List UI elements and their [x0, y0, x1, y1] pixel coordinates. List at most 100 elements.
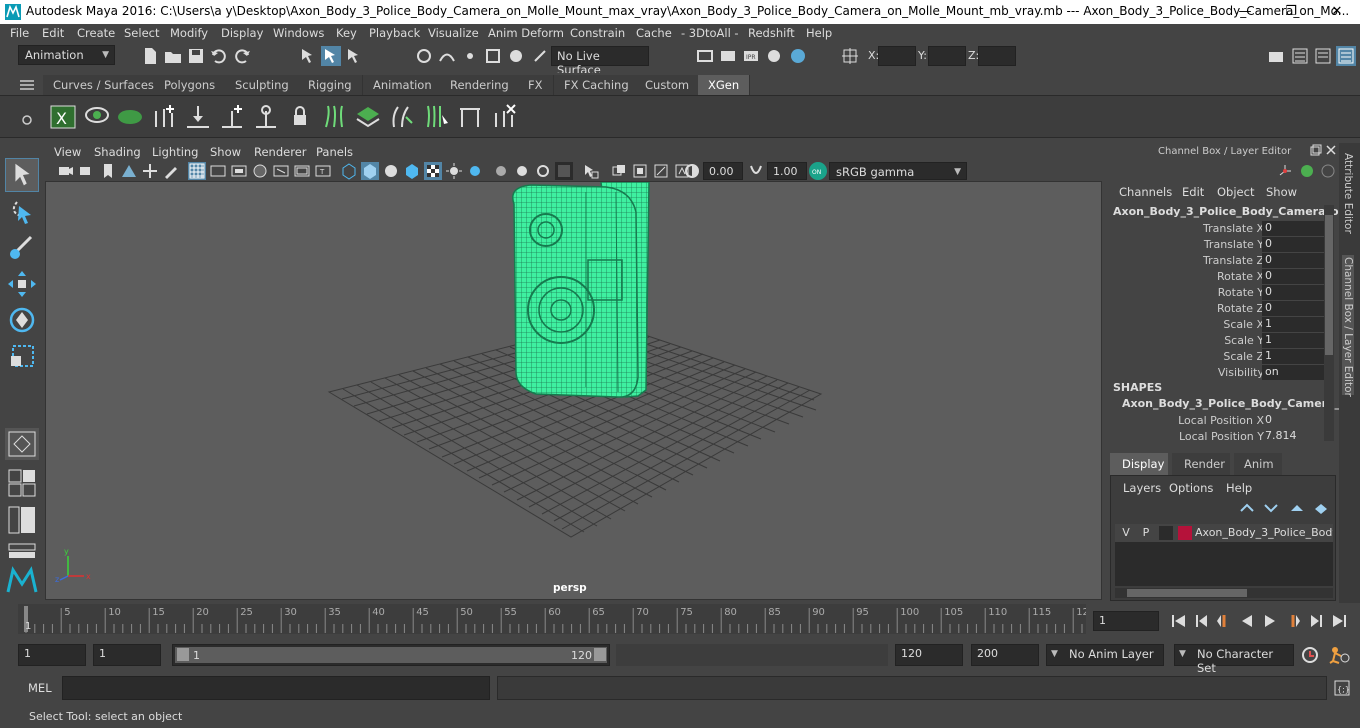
menu-help[interactable]: Help [806, 26, 832, 40]
menu-create[interactable]: Create [77, 26, 115, 40]
step-back-key-icon[interactable] [1193, 612, 1211, 630]
snap-view-plane-icon[interactable] [483, 46, 503, 66]
maximize-button[interactable]: ❐ [1268, 0, 1314, 24]
layer-playback-toggle[interactable]: P [1139, 526, 1153, 540]
tab-sculpting[interactable]: Sculpting [225, 75, 300, 95]
tab-curves-surfaces[interactable]: Curves / Surfaces [43, 75, 165, 95]
mel-label[interactable]: MEL [28, 681, 52, 695]
save-scene-icon[interactable] [186, 46, 206, 66]
isolate-select-icon[interactable] [555, 162, 573, 180]
exposure-field[interactable]: 0.00 [703, 162, 743, 180]
snap-surface-icon[interactable] [506, 46, 526, 66]
time-slider-ruler[interactable]: 15 10 15 20 25 30 35 40 45 50 55 60 65 70 75 80 85 90 95 10… [18, 604, 1089, 634]
add-guides-icon[interactable] [150, 103, 178, 131]
menu-edit[interactable]: Edit [42, 26, 64, 40]
backface-culling-icon[interactable] [652, 162, 670, 180]
select-by-hierarchy-icon[interactable] [298, 46, 318, 66]
redo-icon[interactable] [232, 46, 252, 66]
y-coordinate-field[interactable] [928, 46, 966, 66]
menu-anim-deform[interactable]: Anim Deform [488, 26, 564, 40]
channel-box-toggle-icon[interactable] [1336, 46, 1356, 66]
move-layer-up-icon[interactable] [1239, 501, 1255, 515]
menu-visualize[interactable]: Visualize [428, 26, 479, 40]
render-frame-icon[interactable] [718, 46, 738, 66]
screen-space-ao-icon[interactable] [466, 162, 484, 180]
select-by-component-icon[interactable] [344, 46, 364, 66]
resolution-gate-icon[interactable] [230, 162, 248, 180]
menu-playback[interactable]: Playback [369, 26, 420, 40]
tab-anim-layers[interactable]: Anim [1234, 453, 1282, 475]
menu-3dtoall[interactable]: - 3DtoAll - [681, 26, 739, 40]
menu-file[interactable]: File [10, 26, 29, 40]
add-guide-icon[interactable] [218, 103, 246, 131]
edit-menu[interactable]: Edit [1182, 185, 1204, 199]
wireframe-icon[interactable] [340, 162, 358, 180]
channel-local-position-y[interactable]: Local Position Y 7.814 [1106, 429, 1326, 445]
anim-layer-dropdown[interactable]: ▼ No Anim Layer [1046, 644, 1164, 666]
guide-to-curves-icon[interactable] [320, 103, 348, 131]
animation-end-field[interactable]: 200 [971, 644, 1039, 666]
panel-menu-show[interactable]: Show [210, 145, 241, 159]
color-management-icon[interactable]: ON [809, 162, 827, 180]
channel-box-manip-icon[interactable] [1299, 163, 1315, 179]
range-slider-end-handle[interactable] [594, 648, 606, 661]
snap-curve-icon[interactable] [437, 46, 457, 66]
new-layer-icon[interactable] [1313, 501, 1329, 515]
z-coordinate-field[interactable] [978, 46, 1016, 66]
transform-constraint-icon[interactable] [840, 46, 860, 66]
smooth-shade-icon[interactable] [361, 162, 379, 180]
sculpt-guides-icon[interactable] [252, 103, 280, 131]
xgen-preview-icon[interactable] [83, 103, 111, 131]
scale-tool-icon[interactable] [5, 340, 39, 372]
make-live-icon[interactable] [530, 46, 550, 66]
script-editor-icon[interactable]: {;} [1333, 679, 1351, 697]
delete-guides-icon[interactable] [490, 103, 518, 131]
outliner-layout-icon[interactable] [7, 505, 37, 535]
menu-display[interactable]: Display [221, 26, 263, 40]
xray-active-components-icon[interactable] [610, 162, 628, 180]
show-menu[interactable]: Show [1266, 185, 1297, 199]
snap-grid-icon[interactable] [414, 46, 434, 66]
menu-cache[interactable]: Cache [636, 26, 672, 40]
snap-point-icon[interactable] [460, 46, 480, 66]
use-all-lights-icon[interactable] [424, 162, 442, 180]
viewport-scene[interactable]: y x z [46, 182, 1102, 600]
shadows-icon[interactable] [445, 162, 463, 180]
safe-action-icon[interactable] [293, 162, 311, 180]
undo-icon[interactable] [209, 46, 229, 66]
selected-object-name[interactable]: Axon_Body_3_Police_Body_Camera_o... [1113, 205, 1351, 218]
gamma-field[interactable]: 1.00 [767, 162, 807, 180]
animation-start-field[interactable]: 1 [18, 644, 86, 666]
gamma-icon[interactable] [747, 162, 765, 180]
grease-pencil-icon[interactable] [162, 162, 180, 180]
ipr-render-icon[interactable]: IPR [741, 46, 761, 66]
lasso-tool-icon[interactable] [5, 196, 39, 228]
channel-translate-x[interactable]: Translate X0 [1106, 221, 1326, 237]
exposure-icon[interactable] [683, 162, 701, 180]
play-forwards-icon[interactable] [1261, 612, 1279, 630]
textured-icon[interactable] [403, 162, 421, 180]
auto-key-icon[interactable] [1300, 645, 1320, 665]
go-to-start-icon[interactable] [1170, 612, 1188, 630]
tab-display-layers[interactable]: Display [1110, 453, 1168, 475]
multisample-aa-icon[interactable] [513, 162, 531, 180]
quad-view-layout-icon[interactable] [5, 428, 39, 460]
step-forward-key-icon[interactable] [1307, 612, 1325, 630]
layer-color-swatch[interactable] [1178, 526, 1192, 540]
rotate-tool-icon[interactable] [5, 304, 39, 336]
move-layer-down-icon[interactable] [1263, 501, 1279, 515]
channel-rotate-x[interactable]: Rotate X0 [1106, 269, 1326, 285]
image-plane-icon[interactable] [120, 162, 138, 180]
channel-rotate-z[interactable]: Rotate Z0 [1106, 301, 1326, 317]
motion-blur-icon[interactable] [492, 162, 510, 180]
current-frame-field[interactable]: 1 [1093, 611, 1159, 631]
playback-end-field[interactable]: 120 [895, 644, 963, 666]
gate-mask-icon[interactable] [251, 162, 269, 180]
playback-start-field[interactable]: 1 [93, 644, 161, 666]
menu-redshift[interactable]: Redshift [748, 26, 795, 40]
panel-menu-shading[interactable]: Shading [94, 145, 141, 159]
workspace-icon[interactable] [1266, 46, 1286, 66]
step-back-frame-icon[interactable] [1215, 612, 1233, 630]
animation-preferences-icon[interactable] [1328, 645, 1350, 665]
menu-key[interactable]: Key [336, 26, 357, 40]
